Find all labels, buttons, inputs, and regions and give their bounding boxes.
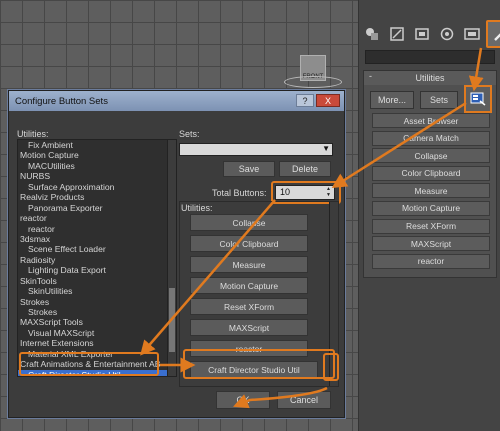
set-button[interactable]: Measure <box>190 256 308 273</box>
utilities-rollout: - Utilities More... Sets Asset Browser C… <box>363 70 497 278</box>
utility-list-item[interactable]: 3dsmax <box>18 234 176 244</box>
close-button[interactable]: X <box>316 94 340 107</box>
utility-button[interactable]: Reset XForm <box>372 218 490 234</box>
dialog-title: Configure Button Sets <box>15 95 108 107</box>
utility-list-item[interactable]: SkinUtilities <box>18 286 176 296</box>
ok-button[interactable]: OK <box>216 391 270 409</box>
utility-button[interactable]: reactor <box>372 253 490 269</box>
utility-list-item[interactable]: SkinTools <box>18 276 176 286</box>
set-button[interactable]: Collapse <box>190 214 308 231</box>
set-button[interactable]: Reset XForm <box>190 298 308 315</box>
object-name-field[interactable] <box>365 50 495 64</box>
highlight-new-button <box>183 349 335 379</box>
utility-button[interactable]: Color Clipboard <box>372 165 490 181</box>
utility-list-item[interactable]: Lighting Data Export <box>18 265 176 275</box>
highlight-group-scroll <box>323 353 339 381</box>
utilities-list-scrollbar[interactable] <box>167 140 176 376</box>
utility-button[interactable]: Measure <box>372 183 490 199</box>
cancel-button[interactable]: Cancel <box>277 391 331 409</box>
utility-list-item[interactable]: Panorama Exporter <box>18 203 176 213</box>
utility-list-item[interactable]: reactor <box>18 213 176 223</box>
utilities-rollout-title: Utilities <box>415 73 445 83</box>
configure-button-sets-dialog: Configure Button Sets ? X Utilities: Set… <box>8 90 345 418</box>
utilities-icon[interactable] <box>486 20 500 48</box>
utility-list-item[interactable]: Scene Effect Loader <box>18 244 176 254</box>
help-button[interactable]: ? <box>296 94 314 107</box>
utility-list-item[interactable]: MACUtilities <box>18 161 176 171</box>
hierarchy-icon[interactable] <box>411 23 433 45</box>
collapse-icon[interactable]: - <box>369 71 372 81</box>
utility-list-item[interactable]: Visual MAXScript <box>18 328 176 338</box>
utility-list-item[interactable]: NURBS <box>18 171 176 181</box>
create-icon[interactable] <box>361 23 383 45</box>
utility-list-item[interactable]: Strokes <box>18 297 176 307</box>
highlight-selected-utility <box>19 352 159 376</box>
display-icon[interactable] <box>461 23 483 45</box>
viewcube-ring[interactable] <box>284 76 342 88</box>
utilities-listbox[interactable]: Fix Ambient Motion Capture MACUtilities NUR… <box>17 139 177 377</box>
sets-dropdown[interactable]: ▼ <box>179 143 333 156</box>
utility-list-item[interactable]: Realviz Products <box>18 192 176 202</box>
motion-icon[interactable] <box>436 23 458 45</box>
utility-button[interactable]: Collapse <box>372 148 490 164</box>
utility-list-item[interactable]: Strokes <box>18 307 176 317</box>
command-panel: - Utilities More... Sets Asset Browser C… <box>358 0 500 431</box>
dialog-titlebar[interactable]: Configure Button Sets ? X <box>9 91 344 111</box>
chevron-down-icon: ▼ <box>322 144 330 153</box>
utility-button[interactable]: Camera Match <box>372 130 490 146</box>
utilities-rollout-header[interactable]: - Utilities <box>364 71 496 85</box>
utility-button[interactable]: Asset Browser <box>372 113 490 128</box>
sets-label: Sets: <box>179 129 200 139</box>
utilities-top-buttons: More... Sets <box>370 91 458 109</box>
utility-button[interactable]: Motion Capture <box>372 200 490 216</box>
utility-list-item[interactable]: MAXScript Tools <box>18 317 176 327</box>
utility-list-item[interactable]: Fix Ambient <box>18 140 176 150</box>
delete-button[interactable]: Delete <box>279 161 331 177</box>
utility-buttons-list: Asset Browser Camera Match Collapse Colo… <box>372 113 490 271</box>
utility-list-item[interactable]: Radiosity <box>18 255 176 265</box>
set-button[interactable]: MAXScript <box>190 319 308 336</box>
scrollbar-thumb[interactable] <box>169 288 175 352</box>
set-button[interactable]: Color Clipboard <box>190 235 308 252</box>
utility-list-item[interactable]: Internet Extensions <box>18 338 176 348</box>
save-button[interactable]: Save <box>223 161 275 177</box>
configure-button-sets-button[interactable] <box>464 85 492 113</box>
utility-button[interactable]: MAXScript <box>372 236 490 252</box>
utility-list-item[interactable]: Motion Capture <box>18 150 176 160</box>
configure-sets-icon <box>470 92 486 106</box>
command-panel-tabs <box>361 20 500 48</box>
set-button[interactable]: Motion Capture <box>190 277 308 294</box>
utility-list-item[interactable]: Surface Approximation <box>18 182 176 192</box>
modify-icon[interactable] <box>386 23 408 45</box>
more-button[interactable]: More... <box>370 91 414 109</box>
utilities-list-label: Utilities: <box>17 129 49 139</box>
utility-list-item[interactable]: reactor <box>18 224 176 234</box>
sets-button[interactable]: Sets <box>420 91 458 109</box>
total-buttons-label: Total Buttons: <box>212 188 267 198</box>
